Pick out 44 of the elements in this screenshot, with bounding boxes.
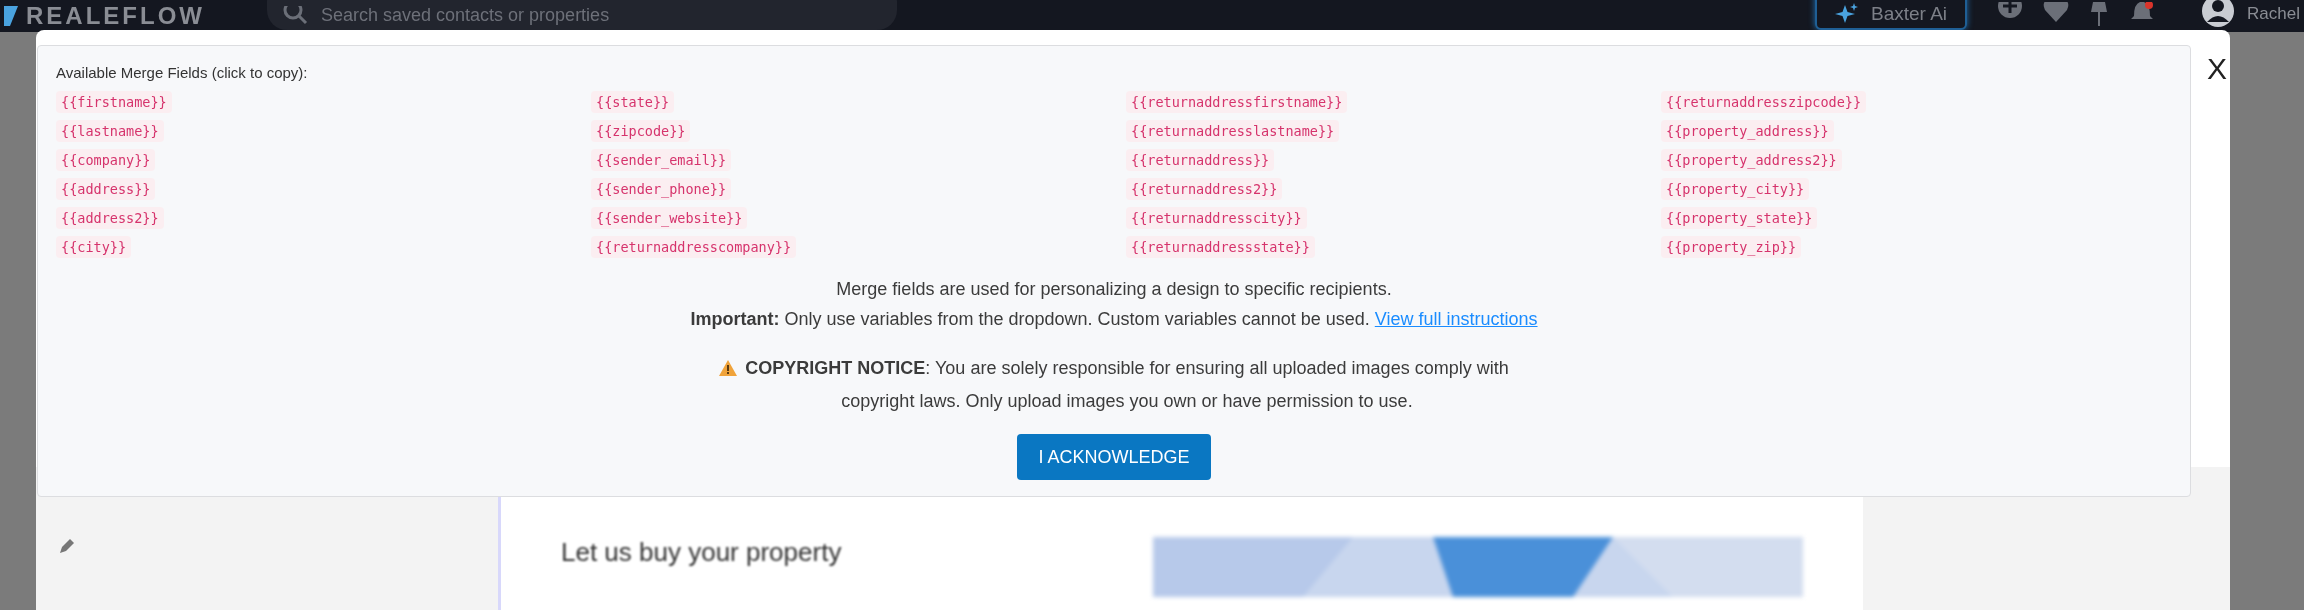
search-icon — [283, 6, 309, 26]
logo: REALEFLOW — [26, 2, 205, 30]
merge-field-chip[interactable]: {{state}} — [591, 91, 675, 113]
merge-field-chip[interactable]: {{returnaddresscompany}} — [591, 236, 797, 258]
merge-field-chip[interactable]: {{returnaddresszipcode}} — [1661, 91, 1867, 113]
merge-field-chip[interactable]: {{property_zip}} — [1661, 236, 1802, 258]
important-text: Important: Only use variables from the dropdown. Custom variables cannot be used. — [690, 309, 1370, 329]
merge-field-chip[interactable]: {{zipcode}} — [591, 120, 691, 142]
user-name[interactable]: Rachel — [2247, 4, 2300, 24]
merge-field-chip[interactable]: {{sender_phone}} — [591, 178, 732, 200]
merge-field-chip[interactable]: {{returnaddressstate}} — [1126, 236, 1315, 258]
merge-field-chip[interactable]: {{property_state}} — [1661, 207, 1818, 229]
merge-field-chip[interactable]: {{returnaddresslastname}} — [1126, 120, 1340, 142]
merge-field-chip[interactable]: {{property_city}} — [1661, 178, 1810, 200]
pin-icon[interactable] — [2089, 2, 2110, 26]
merge-field-chip[interactable]: {{sender_website}} — [591, 207, 748, 229]
merge-field-chip[interactable]: {{property_address}} — [1661, 120, 1834, 142]
assistant-button[interactable]: Baxter Ai — [1815, 0, 1968, 30]
merge-field-chip[interactable]: {{company}} — [56, 149, 156, 171]
avatar-icon[interactable] — [2201, 0, 2236, 28]
warning-icon — [719, 360, 737, 376]
merge-field-chip[interactable]: {{returnaddressfirstname}} — [1126, 91, 1348, 113]
merge-field-chip[interactable]: {{property_address2}} — [1661, 149, 1842, 171]
sparkle-icon — [1835, 3, 1860, 25]
pencil-icon[interactable] — [58, 537, 76, 555]
merge-field-chip[interactable]: {{returnaddresscity}} — [1126, 207, 1307, 229]
intro-text: Merge fields are used for personalizing a design to specific recipients. — [836, 278, 1392, 301]
merge-field-chip[interactable]: {{returnaddress}} — [1126, 149, 1275, 171]
panel-heading: Available Merge Fields (click to copy): — [56, 64, 309, 81]
close-button[interactable]: X — [2201, 47, 2230, 91]
merge-field-chip[interactable]: {{lastname}} — [56, 120, 164, 142]
canvas-headline: Let us buy your property — [561, 537, 842, 568]
copyright-notice: COPYRIGHT NOTICE: You are solely responsible for ensuring all uploaded images comply with copyright laws. Only upload images you own or have permission to use. — [745, 357, 1509, 413]
logo-icon — [4, 6, 18, 26]
search-field[interactable]: Search saved contacts or properties — [267, 0, 897, 30]
merge-field-chip[interactable]: {{address}} — [56, 178, 156, 200]
merge-field-chip[interactable]: {{sender_email}} — [591, 149, 732, 171]
instructions-link[interactable]: View full instructions — [1374, 309, 1538, 329]
merge-field-chip[interactable]: {{firstname}} — [56, 91, 172, 113]
merge-field-chip[interactable]: {{returnaddress2}} — [1126, 178, 1283, 200]
merge-field-chip[interactable]: {{address2}} — [56, 207, 164, 229]
merge-field-chip[interactable]: {{city}} — [56, 236, 132, 258]
heart-icon[interactable] — [2043, 2, 2070, 22]
acknowledge-button[interactable]: I ACKNOWLEDGE — [1017, 434, 1211, 480]
